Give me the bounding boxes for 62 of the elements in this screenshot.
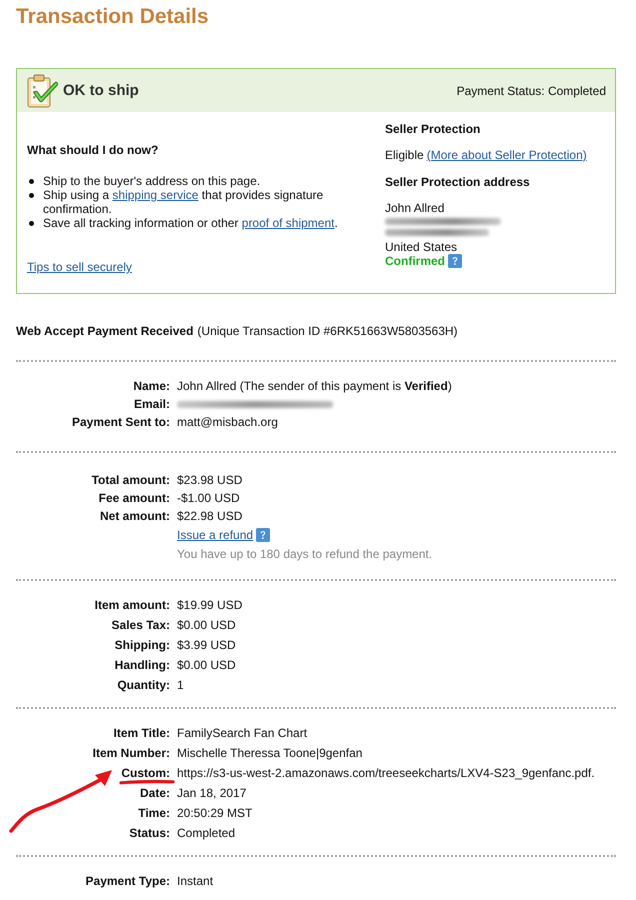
field-label: Date: — [140, 786, 170, 800]
tips-link[interactable]: Tips to sell securely — [27, 260, 132, 274]
refund-note: You have up to 180 days to refund the payment. — [177, 546, 432, 563]
field-label: Item amount: — [94, 598, 170, 612]
field-value: $19.99 USD — [177, 598, 242, 612]
refund-link[interactable]: Issue a refund — [177, 528, 254, 542]
transaction-type: Web Accept Payment Received — [16, 324, 194, 338]
field-value: Mischelle Theressa Toone|9genfan — [177, 746, 362, 760]
field-label: Status: — [129, 826, 170, 840]
address-status: Confirmed — [385, 254, 445, 268]
eligibility-status: Eligible — [385, 148, 424, 162]
field-label: Time: — [138, 806, 170, 820]
bullet-icon — [29, 221, 34, 226]
field-label: Sales Tax: — [112, 618, 170, 632]
field-value: matt@misbach.org — [177, 415, 278, 429]
help-icon[interactable] — [256, 528, 270, 542]
field-value: 20:50:29 MST — [177, 806, 252, 820]
field-label: Fee amount: — [98, 491, 170, 505]
field-value: 1 — [177, 678, 184, 692]
field-value: Jan 18, 2017 — [177, 786, 246, 800]
field-label: Total amount: — [92, 473, 170, 487]
field-label: Payment Type: — [86, 874, 170, 888]
payment-status: Payment Status: Completed — [456, 84, 606, 98]
clipboard-check-icon — [27, 74, 58, 108]
protection-heading: Seller Protection — [385, 122, 482, 136]
field-value: $0.00 USD — [177, 618, 236, 632]
field-value: John Allred (The sender of this payment is Verified) — [177, 379, 452, 393]
field-value: Completed — [177, 826, 236, 840]
step-text: Ship using a shipping service that provides signature confirmation. — [43, 188, 324, 216]
field-label: Item Number: — [92, 746, 170, 760]
field-label: Net amount: — [100, 509, 170, 523]
inline-link[interactable]: shipping service — [112, 188, 198, 202]
address-country: United States — [385, 240, 458, 254]
field-value: $23.98 USD — [177, 473, 242, 487]
field-value: $3.99 USD — [177, 638, 236, 652]
address-heading: Seller Protection address — [385, 175, 531, 189]
status-title: OK to ship — [63, 82, 140, 99]
protection-link[interactable]: (More about Seller Protection) — [426, 148, 587, 162]
guidance-heading: What should I do now? — [27, 143, 160, 157]
field-value: https://s3-us-west-2.amazonaws.com/treeseekcharts/LXV4-S23_9genfanc.pdf. — [177, 766, 595, 780]
field-label: Shipping: — [114, 638, 170, 652]
field-label: Email: — [134, 397, 170, 411]
inline-link[interactable]: proof of shipment — [242, 216, 334, 230]
field-label: Payment Sent to: — [72, 415, 170, 429]
step-text: Save all tracking information or other proof of shipment. — [43, 216, 339, 230]
field-value: $22.98 USD — [177, 509, 242, 523]
field-label: Name: — [133, 379, 170, 393]
field-label: Custom: — [121, 766, 170, 780]
field-value: FamilySearch Fan Chart — [177, 726, 308, 740]
bullet-icon — [29, 193, 34, 198]
field-label: Item Title: — [114, 726, 170, 740]
field-label: Quantity: — [117, 678, 170, 692]
field-value: -$1.00 USD — [177, 491, 240, 505]
field-label: Handling: — [114, 658, 170, 672]
address-name: John Allred — [385, 201, 444, 215]
transaction-id: (Unique Transaction ID #6RK51663W5803563H) — [197, 324, 458, 338]
field-value: $0.00 USD — [177, 658, 236, 672]
field-value: Instant — [177, 874, 214, 888]
help-icon[interactable] — [448, 254, 462, 268]
page-title: Transaction Details — [16, 4, 210, 29]
step-text: Ship to the buyer's address on this page. — [43, 174, 262, 188]
bullet-icon — [29, 179, 34, 184]
